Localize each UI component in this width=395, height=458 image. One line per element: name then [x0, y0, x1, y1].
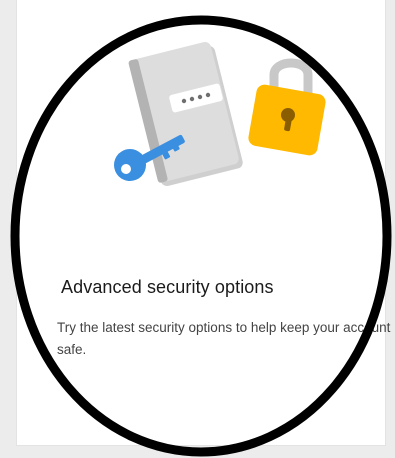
card-title: Advanced security options — [61, 277, 274, 297]
padlock-icon — [248, 58, 326, 156]
advanced-security-card[interactable]: Advanced security options Try the latest… — [16, 0, 390, 446]
screenshot-stage: Advanced security options Try the latest… — [0, 0, 395, 458]
card-description: Try the latest security options to help … — [57, 320, 391, 357]
security-illustration — [114, 41, 326, 187]
